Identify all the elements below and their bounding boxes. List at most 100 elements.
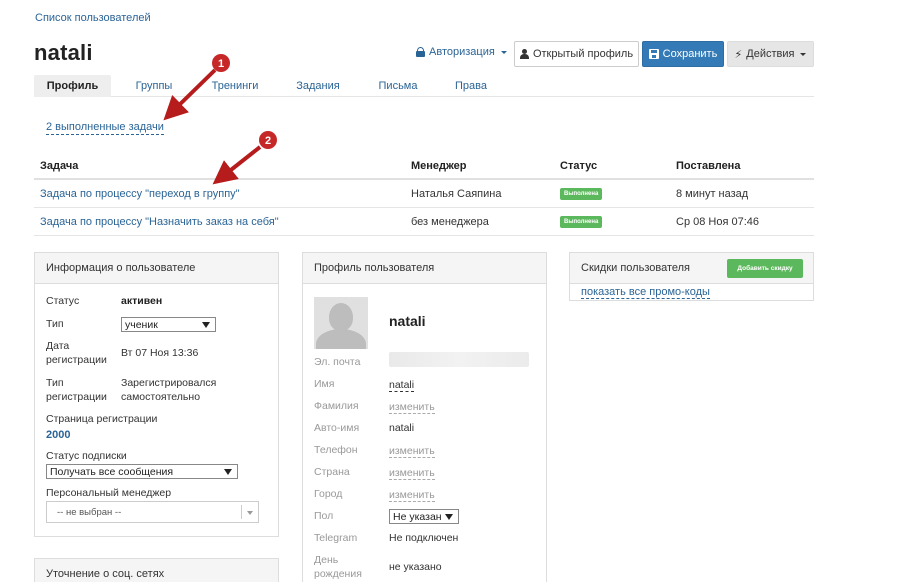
- completed-tasks-link[interactable]: 2 выполненные задачи: [46, 121, 164, 135]
- status-badge: Выполнена: [560, 208, 603, 235]
- manager-select-value: -- не выбран --: [57, 506, 122, 518]
- tab-tasks[interactable]: Задания: [284, 75, 352, 97]
- actions-dropdown-button[interactable]: ⚡ Действия: [727, 41, 814, 67]
- manager-label: Персональный менеджер: [46, 487, 172, 499]
- status-badge-text: Выполнена: [560, 215, 603, 228]
- task-manager: без менеджера: [411, 215, 489, 228]
- select-separator: [241, 505, 242, 519]
- task-created: Ср 08 Ноя 07:46: [676, 215, 760, 228]
- profile-tabs: Профиль Группы Тренинги Задания Письма П…: [34, 75, 814, 97]
- task-manager: Наталья Саяпина: [411, 187, 502, 200]
- status-badge-text: Выполнена: [560, 187, 603, 200]
- avatar-head: [329, 303, 353, 331]
- page-title: natali: [34, 40, 93, 65]
- add-discount-button[interactable]: Добавить скидку: [727, 259, 803, 278]
- user-info-panel: Информация о пользователе Статус активен…: [34, 252, 279, 537]
- last-name-edit-link[interactable]: изменить: [389, 401, 435, 414]
- subscription-label: Статус подписки: [46, 450, 127, 462]
- city-label: Город: [314, 488, 343, 500]
- profile-title: Профиль пользователя: [303, 253, 546, 284]
- user-icon: [519, 49, 529, 59]
- phone-label: Телефон: [314, 444, 358, 456]
- birthday-value: не указано: [389, 561, 442, 573]
- email-value-blurred: [389, 352, 529, 367]
- tasks-table: Задача Менеджер Статус Поставлена Задача…: [34, 154, 814, 236]
- subscription-select[interactable]: Получать все сообщения: [46, 464, 238, 479]
- tab-letters[interactable]: Письма: [364, 75, 432, 97]
- profile-name: natali: [389, 313, 426, 329]
- status-badge: Выполнена: [560, 180, 603, 207]
- auto-name-value: natali: [389, 422, 415, 434]
- telegram-label: Telegram: [314, 532, 358, 544]
- reg-page-link[interactable]: 2000: [46, 428, 70, 442]
- social-title: Уточнение о соц. сетях: [35, 559, 278, 582]
- open-profile-button[interactable]: Открытый профиль: [514, 41, 639, 67]
- phone-edit-link[interactable]: изменить: [389, 445, 435, 458]
- breadcrumb-users-list[interactable]: Список пользователей: [35, 12, 151, 24]
- email-label: Эл. почта: [314, 356, 361, 368]
- status-label: Статус: [46, 295, 80, 307]
- gender-select-value: Не указан: [393, 510, 442, 523]
- annotation-number-2: 2: [265, 135, 271, 147]
- avatar: [314, 297, 368, 349]
- subscription-select-value: Получать все сообщения: [50, 465, 174, 478]
- column-header-status: Статус: [560, 160, 598, 172]
- save-button[interactable]: Сохранить: [642, 41, 724, 67]
- city-edit-link[interactable]: изменить: [389, 489, 435, 502]
- gender-select[interactable]: Не указан: [389, 509, 459, 524]
- column-header-manager: Менеджер: [411, 160, 467, 172]
- authorization-label: Авторизация: [429, 46, 495, 58]
- avatar-body: [316, 329, 366, 349]
- save-label: Сохранить: [662, 48, 718, 60]
- task-link[interactable]: Задача по процессу "переход в группу": [40, 180, 240, 207]
- tab-trainings[interactable]: Тренинги: [201, 75, 269, 97]
- telegram-value: Не подключен: [389, 532, 459, 544]
- social-panel: Уточнение о соц. сетях: [34, 558, 279, 582]
- authorization-dropdown[interactable]: Авторизация: [416, 46, 507, 58]
- auto-name-label: Авто-имя: [314, 422, 360, 434]
- select-arrow-icon: [247, 511, 253, 515]
- country-edit-link[interactable]: изменить: [389, 467, 435, 480]
- task-created: 8 минут назад: [676, 187, 749, 200]
- reg-type-label: Тип регистрации: [46, 377, 107, 403]
- user-info-title: Информация о пользователе: [35, 253, 278, 284]
- table-header-row: Задача Менеджер Статус Поставлена: [34, 154, 814, 180]
- task-link[interactable]: Задача по процессу "Назначить заказ на с…: [40, 208, 279, 235]
- open-profile-label: Открытый профиль: [532, 48, 634, 60]
- annotation-number-1: 1: [218, 58, 224, 70]
- floppy-disk-icon: [648, 49, 659, 59]
- manager-select[interactable]: -- не выбран --: [46, 501, 259, 523]
- lightning-icon: ⚡: [734, 48, 743, 61]
- caret-down-icon: [800, 52, 807, 56]
- column-header-task: Задача: [40, 160, 79, 172]
- select-arrow-icon: [445, 514, 453, 520]
- tab-permissions[interactable]: Права: [437, 75, 505, 97]
- caret-down-icon: [500, 50, 507, 54]
- table-row: Задача по процессу "переход в группу" На…: [34, 180, 814, 208]
- reg-date-label: Дата регистрации: [46, 340, 107, 366]
- select-arrow-icon: [224, 469, 232, 475]
- annotation-badge-1: [212, 54, 230, 72]
- tab-groups[interactable]: Группы: [120, 75, 188, 97]
- reg-type-value: Зарегистрировался самостоятельно: [121, 377, 217, 403]
- first-name-value[interactable]: natali: [389, 379, 415, 392]
- actions-label: Действия: [746, 48, 795, 60]
- annotation-badge-2: [259, 131, 277, 149]
- type-select-value: ученик: [125, 318, 158, 331]
- show-promo-codes-link[interactable]: показать все промо-коды: [581, 286, 710, 299]
- discounts-panel: Скидки пользователя Добавить скидку пока…: [569, 252, 814, 301]
- type-select[interactable]: ученик: [121, 317, 216, 332]
- profile-panel: Профиль пользователя natali Эл. почта Им…: [302, 252, 547, 582]
- country-label: Страна: [314, 466, 350, 478]
- type-label: Тип: [46, 318, 64, 330]
- first-name-label: Имя: [314, 378, 335, 390]
- reg-page-label: Страница регистрации: [46, 413, 158, 425]
- lock-icon: [416, 47, 425, 57]
- status-value: активен: [121, 295, 163, 307]
- birthday-label: День рождения: [314, 554, 362, 580]
- column-header-created: Поставлена: [676, 160, 741, 172]
- gender-label: Пол: [314, 510, 334, 522]
- last-name-label: Фамилия: [314, 400, 359, 412]
- reg-date-value: Вт 07 Ноя 13:36: [121, 347, 199, 359]
- tab-profile[interactable]: Профиль: [34, 75, 111, 97]
